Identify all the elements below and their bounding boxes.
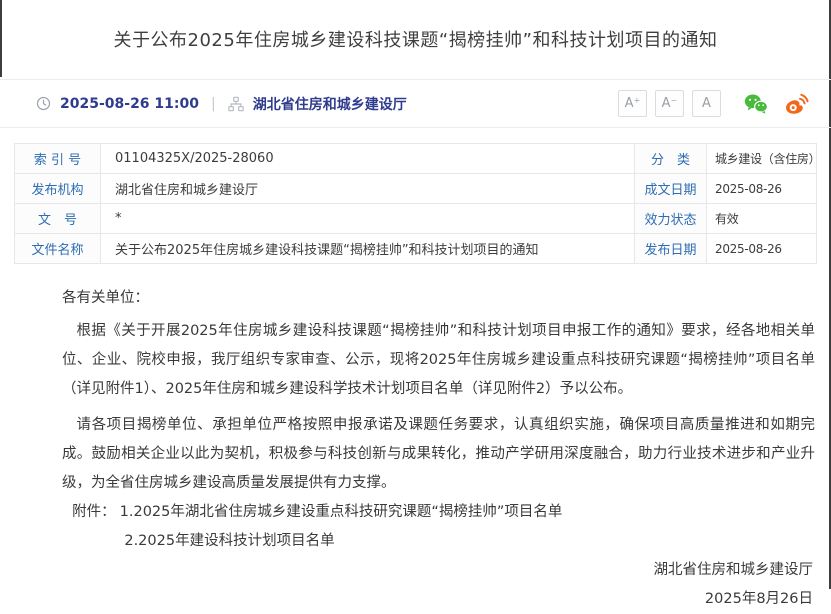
document-info-table: 索 引 号 01104325X/2025-28060 分 类 城乡建设（含住房）… [14,143,817,264]
title-section: 关于公布2025年住房城乡建设科技课题“揭榜挂帅”和科技计划项目的通知 [0,0,831,78]
attachment-item-2[interactable]: 2.2025年建设科技计划项目名单 [124,533,334,549]
meta-bar: 2025-08-26 11:00 | 湖北省住房和城乡建设厅 A⁺ A⁻ A [0,79,831,128]
toolbar: A⁺ A⁻ A [618,90,809,117]
font-increase-button[interactable]: A⁺ [618,90,647,117]
body-paragraph-1: 根据《关于开展2025年住房城乡建设科技课题“揭榜挂帅”和科技计划项目申报工作的… [62,317,815,404]
organization-icon [228,96,244,112]
attachments-label: 附件： [72,504,116,520]
info-value-document-title: 关于公布2025年住房城乡建设科技课题“揭榜挂帅”和科技计划项目的通知 [101,234,635,264]
info-value-document-number: * [101,204,635,234]
info-label-validity-status: 效力状态 [635,204,707,234]
greeting: 各有关单位： [62,284,815,313]
info-label-publish-date: 发布日期 [635,234,707,264]
meta-info: 2025-08-26 11:00 | 湖北省住房和城乡建设厅 [36,94,407,114]
wechat-share-icon[interactable] [743,91,769,117]
table-row: 索 引 号 01104325X/2025-28060 分 类 城乡建设（含住房） [15,144,817,174]
info-label-document-number: 文 号 [15,204,101,234]
info-label-document-title: 文件名称 [15,234,101,264]
attachment-item-1[interactable]: 1.2025年湖北省住房城乡建设重点科技研究课题“揭榜挂帅”项目名单 [120,504,563,520]
publish-datetime: 2025-08-26 11:00 [60,96,199,112]
info-value-index-number: 01104325X/2025-28060 [101,144,635,174]
attachments-line-1: 附件：1.2025年湖北省住房城乡建设重点科技研究课题“揭榜挂帅”项目名单 [62,498,815,527]
notice-page: 关于公布2025年住房城乡建设科技课题“揭榜挂帅”和科技计划项目的通知 2025… [0,0,831,596]
info-label-category: 分 类 [635,144,707,174]
body-paragraph-2: 请各项目揭榜单位、承担单位严格按照申报承诺及课题任务要求，认真组织实施，确保项目… [62,411,815,498]
info-value-publish-date: 2025-08-26 [707,234,817,264]
table-row: 发布机构 湖北省住房和城乡建设厅 成文日期 2025-08-26 [15,174,817,204]
table-row: 文 号 * 效力状态 有效 [15,204,817,234]
info-value-validity-status: 有效 [707,204,817,234]
font-reset-button[interactable]: A [692,90,721,117]
page-title: 关于公布2025年住房城乡建设科技课题“揭榜挂帅”和科技计划项目的通知 [114,26,718,52]
info-label-issuing-agency: 发布机构 [15,174,101,204]
font-decrease-button[interactable]: A⁻ [655,90,684,117]
weibo-share-icon[interactable] [783,91,809,117]
issue-date: 2025年8月26日 [62,585,815,614]
attachments-line-2: 2.2025年建设科技计划项目名单 [62,527,815,556]
table-row: 文件名称 关于公布2025年住房城乡建设科技课题“揭榜挂帅”和科技计划项目的通知… [15,234,817,264]
source-link[interactable]: 湖北省住房和城乡建设厅 [253,94,407,114]
meta-separator: | [208,96,219,112]
issuer-signature: 湖北省住房和城乡建设厅 [62,556,815,585]
info-label-written-date: 成文日期 [635,174,707,204]
info-value-written-date: 2025-08-26 [707,174,817,204]
notice-body: 各有关单位： 根据《关于开展2025年住房城乡建设科技课题“揭榜挂帅”和科技计划… [0,284,831,614]
info-value-category: 城乡建设（含住房） [707,144,817,174]
clock-icon [36,96,51,111]
info-value-issuing-agency: 湖北省住房和城乡建设厅 [101,174,635,204]
info-label-index-number: 索 引 号 [15,144,101,174]
